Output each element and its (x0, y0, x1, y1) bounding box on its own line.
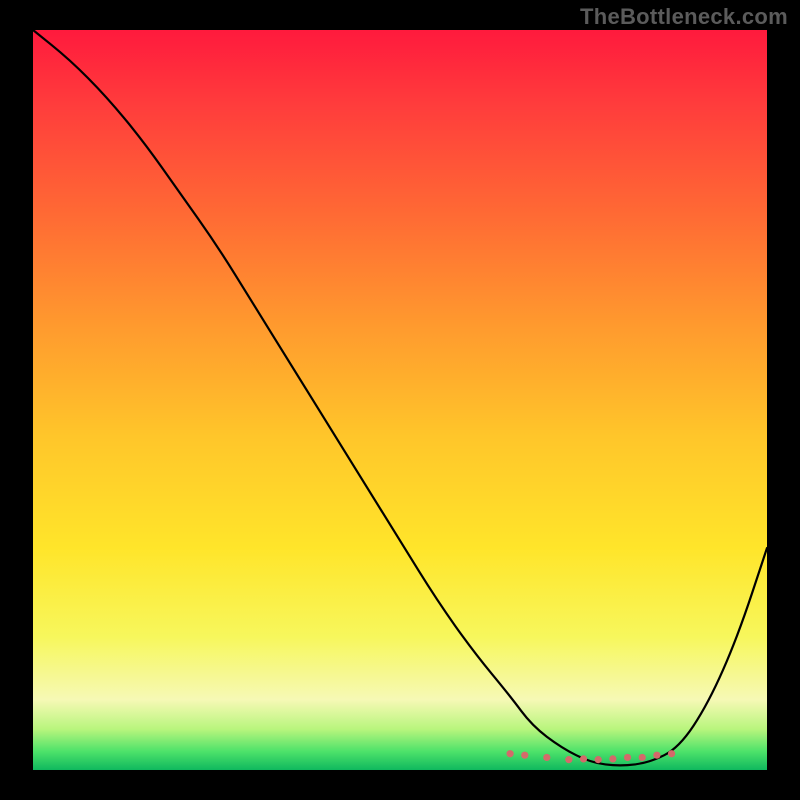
highlight-dot (565, 756, 572, 763)
highlight-dot (639, 754, 646, 761)
highlight-dot (595, 756, 602, 763)
chart-viewport: TheBottleneck.com (0, 0, 800, 800)
highlight-dot (624, 754, 631, 761)
highlight-dot (668, 750, 675, 757)
highlight-dot (521, 752, 528, 759)
highlight-dot (543, 754, 550, 761)
highlight-dot (609, 755, 616, 762)
highlight-dot (507, 750, 514, 757)
highlight-dot (653, 752, 660, 759)
highlight-dot (580, 755, 587, 762)
bottleneck-chart (0, 0, 800, 800)
